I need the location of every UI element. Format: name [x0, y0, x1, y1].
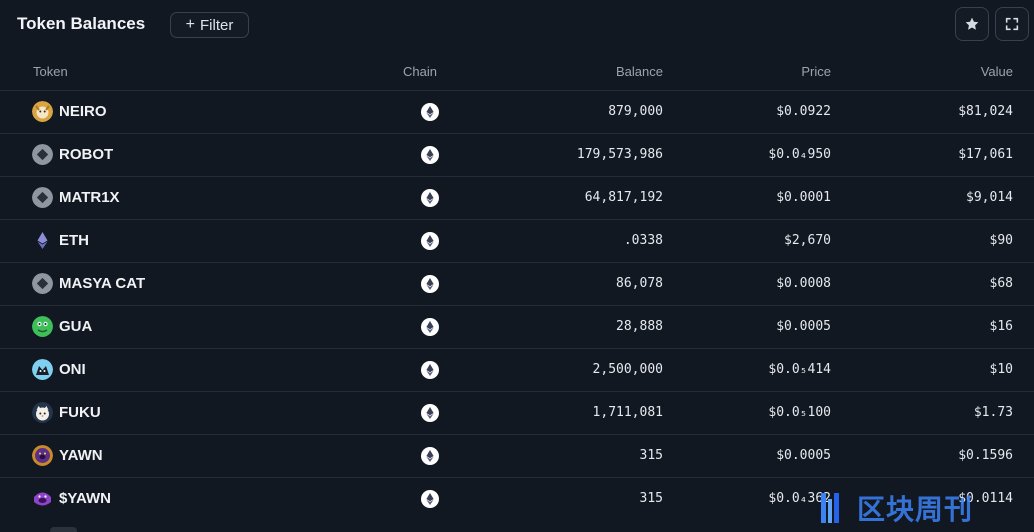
token-name[interactable]: MATR1X [59, 189, 120, 206]
watermark-text: 区块周刊 [857, 494, 974, 525]
neiro-token-icon [32, 101, 53, 122]
token-price: $0.0005 [776, 448, 831, 463]
table-row[interactable]: ROBOT 179,573,986 $0.0₄950 $17,061 [0, 133, 1034, 176]
token-name[interactable]: ETH [59, 232, 89, 249]
ethereum-icon [421, 447, 439, 465]
token-price: $0.0922 [776, 104, 831, 119]
column-token[interactable]: Token [33, 64, 68, 79]
token-balance: .0338 [623, 233, 663, 248]
panel-header: Token Balances + Filter [0, 0, 1034, 50]
scrollbar[interactable] [50, 527, 77, 532]
token-balance: 179,573,986 [576, 147, 663, 162]
token-name[interactable]: GUA [59, 318, 92, 335]
favorite-button[interactable] [955, 7, 989, 41]
token-name[interactable]: ROBOT [59, 146, 113, 163]
token-value: $1.73 [973, 405, 1013, 420]
watermark: 区块周刊 [815, 488, 973, 528]
ethereum-icon [421, 232, 439, 250]
ethereum-icon [421, 404, 439, 422]
token-name[interactable]: ONI [59, 361, 86, 378]
token-value: $9,014 [966, 190, 1013, 205]
token-name[interactable]: MASYA CAT [59, 275, 145, 292]
fullscreen-icon [1005, 17, 1019, 31]
watermark-logo-icon [821, 493, 839, 523]
table-row[interactable]: FUKU 1,711,081 $0.0₅100 $1.73 [0, 391, 1034, 434]
column-price[interactable]: Price [801, 64, 831, 79]
column-chain[interactable]: Chain [403, 64, 437, 79]
table-row[interactable]: ETH .0338 $2,670 $90 [0, 219, 1034, 262]
token-balance: 879,000 [608, 104, 663, 119]
table-row[interactable]: MATR1X 64,817,192 $0.0001 $9,014 [0, 176, 1034, 219]
token-price: $0.0₅414 [768, 362, 831, 377]
ethereum-icon [421, 146, 439, 164]
fuku-token-icon [32, 402, 53, 423]
panel-title: Token Balances [17, 14, 146, 33]
token-value: $81,024 [958, 104, 1013, 119]
table-row[interactable]: MASYA CAT 86,078 $0.0008 $68 [0, 262, 1034, 305]
token-value: $10 [989, 362, 1013, 377]
token-value: $0.1596 [958, 448, 1013, 463]
yawn-token-icon [32, 445, 53, 466]
token-balance: 1,711,081 [592, 405, 663, 420]
table-row[interactable]: NEIRO 879,000 $0.0922 $81,024 [0, 90, 1034, 133]
token-name[interactable]: NEIRO [59, 103, 107, 120]
token-balance: 64,817,192 [584, 190, 663, 205]
token-price: $0.0008 [776, 276, 831, 291]
ethereum-icon [421, 318, 439, 336]
filter-button[interactable]: + Filter [170, 12, 249, 38]
ethereum-icon [421, 490, 439, 508]
ethereum-icon [421, 361, 439, 379]
token-value: $68 [989, 276, 1013, 291]
token-value: $17,061 [958, 147, 1013, 162]
token-balance: 86,078 [616, 276, 663, 291]
table-header: Token Chain Balance Price Value [0, 62, 1034, 82]
eth-token-icon [32, 230, 53, 251]
generic-token-icon [32, 144, 53, 165]
plus-icon: + [185, 16, 195, 33]
table-row[interactable]: YAWN 315 $0.0005 $0.1596 [0, 434, 1034, 477]
column-balance[interactable]: Balance [616, 64, 663, 79]
token-price: $2,670 [784, 233, 831, 248]
token-price: $0.0001 [776, 190, 831, 205]
token-name[interactable]: FUKU [59, 404, 101, 421]
token-balance: 2,500,000 [592, 362, 663, 377]
token-value: $90 [989, 233, 1013, 248]
generic-token-icon [32, 187, 53, 208]
token-price: $0.0₄950 [768, 147, 831, 162]
fullscreen-button[interactable] [995, 7, 1029, 41]
star-icon [965, 17, 979, 30]
table-row[interactable]: ONI 2,500,000 $0.0₅414 $10 [0, 348, 1034, 391]
generic-token-icon [32, 273, 53, 294]
token-balance: 315 [639, 448, 663, 463]
token-balance: 315 [639, 491, 663, 506]
filter-label: Filter [200, 16, 234, 34]
token-price: $0.0₅100 [768, 405, 831, 420]
column-value[interactable]: Value [981, 64, 1013, 79]
dollar-yawn-token-icon [32, 488, 53, 509]
token-value: $16 [989, 319, 1013, 334]
token-price: $0.0005 [776, 319, 831, 334]
token-name[interactable]: $YAWN [59, 490, 111, 507]
token-balance: 28,888 [616, 319, 663, 334]
gua-token-icon [32, 316, 53, 337]
oni-token-icon [32, 359, 53, 380]
token-table: NEIRO 879,000 $0.0922 $81,024 ROBOT 179,573,9… [0, 90, 1034, 520]
ethereum-icon [421, 275, 439, 293]
token-balances-panel: Token Balances + Filter Token Chain Bala… [0, 0, 1034, 532]
ethereum-icon [421, 103, 439, 121]
table-row[interactable]: GUA 28,888 $0.0005 $16 [0, 305, 1034, 348]
token-name[interactable]: YAWN [59, 447, 103, 464]
ethereum-icon [421, 189, 439, 207]
